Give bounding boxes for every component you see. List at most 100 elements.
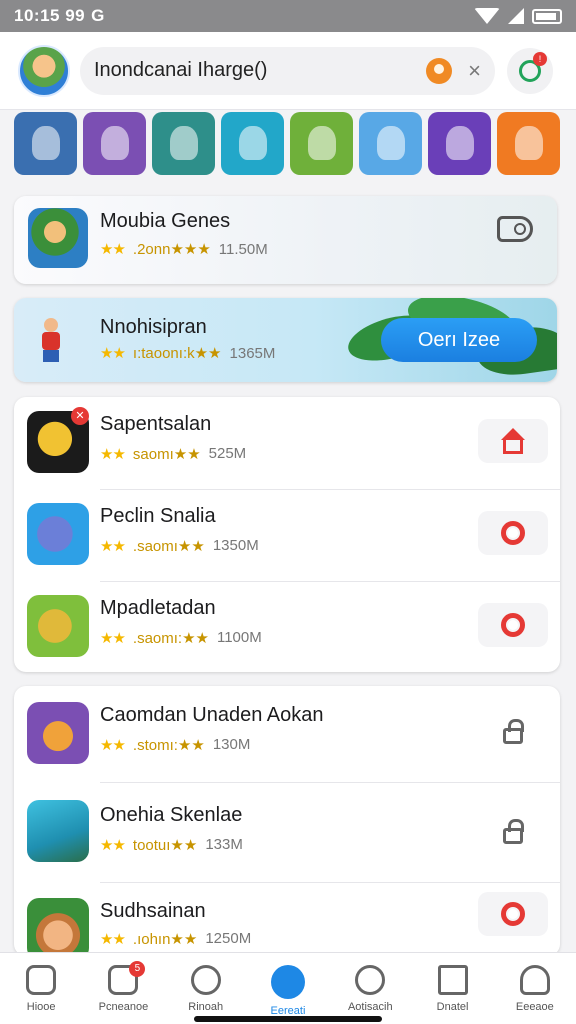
nav-label: Pcneanoe <box>98 1001 149 1013</box>
game-icon <box>27 702 89 764</box>
game-meta: ★★ ı:taoonı:k★★ 1365M <box>100 344 276 363</box>
tag-icon[interactable] <box>497 216 533 242</box>
notifications-button[interactable]: ! <box>507 47 553 94</box>
home-icon <box>26 965 57 995</box>
file-size: 1250M <box>205 930 252 947</box>
category-icon[interactable] <box>428 112 491 175</box>
rating-text: .saomı★★ <box>132 538 205 555</box>
category-icon[interactable] <box>221 112 284 175</box>
game-icon <box>27 898 89 956</box>
rating-stars: ★★ <box>100 837 126 854</box>
nav-item-grid[interactable]: Dnatel <box>411 953 493 1024</box>
rating-text: .2onn★★★ <box>132 241 211 258</box>
lock-icon <box>503 819 524 844</box>
grid-icon <box>437 965 468 995</box>
divider <box>100 882 560 883</box>
game-meta: ★★ .2onn★★★ 11.50M <box>100 240 268 259</box>
game-list: Caomdan Unaden Aokan ★★ .stomı:★★ 130M O… <box>14 686 560 956</box>
divider <box>100 581 560 582</box>
lock-icon <box>503 719 524 744</box>
list-item[interactable]: Mpadletadan ★★ .saomı:★★ 1100M <box>14 581 560 672</box>
wifi-icon <box>474 8 500 24</box>
file-size: 1365M <box>229 344 276 362</box>
game-title: Nnohisipran <box>100 316 207 338</box>
nav-item-games[interactable]: 5 Pcneanoe <box>82 953 164 1024</box>
file-size: 525M <box>208 445 247 462</box>
game-name: Sapentsalan <box>100 413 212 435</box>
avatar[interactable] <box>18 44 70 97</box>
search-bar[interactable]: Inondcanai Iharge() × <box>80 46 495 95</box>
search-input[interactable]: Inondcanai Iharge() <box>94 59 426 82</box>
app-header: Inondcanai Iharge() × ! <box>0 32 576 110</box>
list-item[interactable]: Sudhsainan ★★ .ıohın★★ 1250M <box>14 882 560 956</box>
house-icon <box>501 428 525 454</box>
game-icon <box>27 503 89 565</box>
game-thumbnail <box>28 208 88 268</box>
game-name: Mpadletadan <box>100 597 216 619</box>
category-icon[interactable] <box>497 112 560 175</box>
discover-icon <box>270 965 305 999</box>
rating-text: ı:taoonı:k★★ <box>132 345 222 362</box>
status-time: 10:15 99 <box>14 6 86 25</box>
game-meta: ★★ tootuı★★ 133M <box>100 836 243 854</box>
profile-icon <box>519 965 550 995</box>
game-icon <box>27 800 89 862</box>
game-meta: ★★ .saomı★★ 1350M <box>100 537 259 555</box>
clear-icon[interactable]: × <box>468 58 481 84</box>
featured-card[interactable]: Nnohisipran ★★ ı:taoonı:k★★ 1365M Oerı I… <box>14 298 557 382</box>
update-badge: ✕ <box>71 407 89 425</box>
gear-icon <box>501 613 525 637</box>
game-name: Onehia Skenlae <box>100 804 243 826</box>
rating-text: saomı★★ <box>132 446 201 463</box>
category-icon[interactable] <box>359 112 422 175</box>
voice-search-icon[interactable] <box>426 57 453 84</box>
nav-item-search[interactable]: Aotisacih <box>329 953 411 1024</box>
list-item[interactable]: Caomdan Unaden Aokan ★★ .stomı:★★ 130M <box>14 686 560 782</box>
bottom-nav: Hiooe 5 Pcneanoe Rinoah Eereati Aotisaci… <box>0 952 576 1024</box>
nav-item-discover[interactable]: Eereati <box>247 953 329 1024</box>
rating-stars: ★★ <box>100 538 126 555</box>
game-name: Caomdan Unaden Aokan <box>100 704 324 726</box>
game-list: ✕ Sapentsalan ★★ saomı★★ 525M Peclin Sna… <box>14 397 560 672</box>
install-button[interactable] <box>478 419 548 463</box>
rating-stars: ★★ <box>100 241 126 258</box>
divider <box>100 489 560 490</box>
settings-button[interactable] <box>478 892 548 936</box>
settings-button[interactable] <box>478 511 548 555</box>
file-size: 1350M <box>212 537 259 554</box>
character-icon <box>38 318 64 362</box>
rating-text: .saomı:★★ <box>132 630 209 647</box>
nav-item-chat[interactable]: Rinoah <box>165 953 247 1024</box>
game-name: Sudhsainan <box>100 900 206 922</box>
file-size: 11.50M <box>218 240 268 258</box>
category-icon[interactable] <box>152 112 215 175</box>
nav-label: Eeeaoe <box>515 1001 554 1013</box>
game-meta: ★★ .saomı:★★ 1100M <box>100 629 262 647</box>
list-item[interactable]: ✕ Sapentsalan ★★ saomı★★ 525M <box>14 397 560 489</box>
rating-stars: ★★ <box>100 345 126 362</box>
gear-icon <box>501 521 525 545</box>
locked-button[interactable] <box>478 710 548 754</box>
rating-stars: ★★ <box>100 737 126 754</box>
nav-label: Rinoah <box>188 1001 224 1013</box>
category-icon[interactable] <box>83 112 146 175</box>
open-button[interactable]: Oerı Izee <box>381 318 537 362</box>
featured-card[interactable]: Moubia Genes ★★ .2onn★★★ 11.50M <box>14 196 557 284</box>
chat-icon <box>190 965 221 995</box>
game-meta: ★★ .ıohın★★ 1250M <box>100 930 251 948</box>
category-icon[interactable] <box>290 112 353 175</box>
home-indicator[interactable] <box>194 1016 382 1022</box>
nav-label: Hiooe <box>26 1001 56 1013</box>
category-icon[interactable] <box>14 112 77 175</box>
settings-button[interactable] <box>478 603 548 647</box>
status-right <box>474 8 562 24</box>
rating-stars: ★★ <box>100 630 126 647</box>
battery-icon <box>532 8 562 24</box>
locked-button[interactable] <box>478 810 548 854</box>
list-item[interactable]: Onehia Skenlae ★★ tootuı★★ 133M <box>14 782 560 882</box>
rating-text: tootuı★★ <box>132 837 198 854</box>
nav-item-home[interactable]: Hiooe <box>0 953 82 1024</box>
rating-stars: ★★ <box>100 931 126 948</box>
list-item[interactable]: Peclin Snalia ★★ .saomı★★ 1350M <box>14 489 560 581</box>
nav-item-profile[interactable]: Eeeaoe <box>494 953 576 1024</box>
